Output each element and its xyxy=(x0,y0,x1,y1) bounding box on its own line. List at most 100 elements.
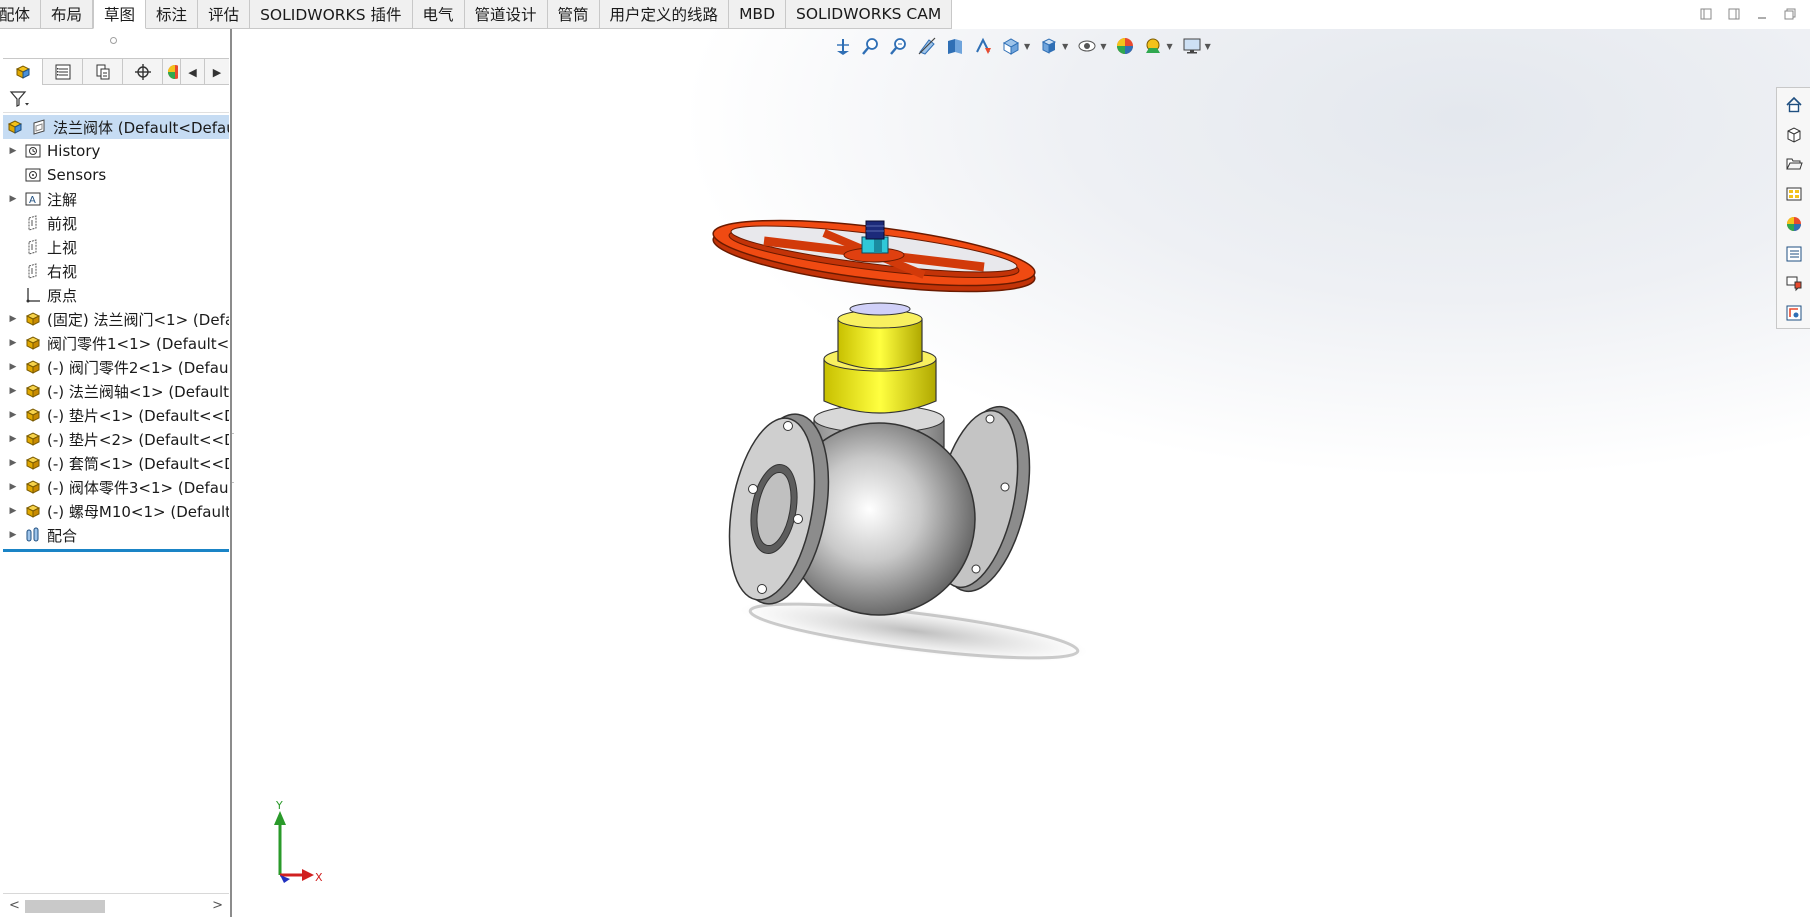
maximize-icon[interactable] xyxy=(1782,6,1798,22)
tree-item[interactable]: ▶ (-) 垫片<2> (Default<<De xyxy=(3,427,229,451)
expand-caret-icon[interactable]: ▶ xyxy=(3,314,23,324)
tree-item[interactable]: ▶ 配合 xyxy=(3,523,229,547)
section-view-icon[interactable] xyxy=(916,35,938,57)
tree-item[interactable]: ▶ (-) 阀体零件3<1> (Default xyxy=(3,475,229,499)
scroll-left-arrow-icon[interactable]: < xyxy=(9,898,20,913)
tree-item[interactable]: ▶ A 注解 xyxy=(3,187,229,211)
valve-3d-model[interactable] xyxy=(674,219,1134,689)
tree-item-label: Sensors xyxy=(47,166,107,184)
expand-caret-icon[interactable]: ▶ xyxy=(3,458,23,468)
part-icon xyxy=(23,381,43,401)
propertymanager-tab[interactable] xyxy=(43,59,83,85)
apply-scene-dropdown-icon[interactable]: ▼ xyxy=(1166,42,1172,51)
tab-9[interactable]: 用户定义的线路 xyxy=(599,0,730,29)
expand-caret-icon[interactable]: ▶ xyxy=(3,362,23,372)
display-manager-tab[interactable] xyxy=(163,59,181,85)
expand-caret-icon[interactable]: ▶ xyxy=(3,338,23,348)
zoom-to-area-icon[interactable] xyxy=(860,35,882,57)
tree-item[interactable]: 原点 xyxy=(3,283,229,307)
tab-1[interactable]: 布局 xyxy=(41,0,94,29)
appearances-tab[interactable] xyxy=(1780,209,1808,239)
expand-caret-icon[interactable]: ▶ xyxy=(3,434,23,444)
custom-properties-tab[interactable] xyxy=(1780,239,1808,269)
tree-item[interactable]: Sensors xyxy=(3,163,229,187)
solidworks-cam-tab[interactable] xyxy=(1780,298,1808,328)
custom-properties-icon xyxy=(1786,246,1801,262)
tree-item-label: (-) 垫片<2> (Default<<De xyxy=(47,430,229,449)
tree-horizontal-scrollbar[interactable]: < > xyxy=(3,893,229,917)
panel-grip-icon[interactable] xyxy=(110,37,117,44)
tree-item[interactable]: 右视 xyxy=(3,259,229,283)
tree-item[interactable]: ▶ (-) 螺母M10<1> (Default< xyxy=(3,499,229,523)
tab-2[interactable]: 草图 xyxy=(93,0,147,29)
view-settings-icon[interactable] xyxy=(1181,35,1203,57)
tree-item[interactable]: ▶ (-) 法兰阀轴<1> (Default< xyxy=(3,379,229,403)
tab-11[interactable]: SOLIDWORKS CAM xyxy=(786,0,953,29)
rollback-bar[interactable] xyxy=(3,549,229,552)
origin-icon xyxy=(23,285,43,305)
tree-item-label: (-) 阀体零件3<1> (Default xyxy=(47,478,229,497)
tree-item[interactable]: ▶ (-) 垫片<1> (Default<<De xyxy=(3,403,229,427)
scroll-thumb[interactable] xyxy=(25,900,105,913)
triad-x-label: X xyxy=(315,871,323,884)
graphics-area[interactable]: ▼ ▼ ▼ ▼ ▼ Y X xyxy=(234,29,1810,917)
tab-10[interactable]: MBD xyxy=(729,0,787,29)
expand-caret-icon[interactable]: ▶ xyxy=(3,146,23,156)
tab-0[interactable]: 配体 xyxy=(0,0,42,29)
tab-4[interactable]: 评估 xyxy=(198,0,251,29)
view-orientation-dropdown-icon[interactable]: ▼ xyxy=(1024,42,1030,51)
design-library-tab[interactable] xyxy=(1780,120,1808,150)
previous-view-icon[interactable] xyxy=(888,35,910,57)
hide-show-items-icon[interactable] xyxy=(1076,35,1098,57)
apply-scene-icon[interactable] xyxy=(1142,35,1164,57)
expand-caret-icon[interactable]: ▶ xyxy=(3,194,23,204)
tree-item[interactable]: ▶ History xyxy=(3,139,229,163)
tab-6[interactable]: 电气 xyxy=(412,0,465,29)
tree-item[interactable]: 前视 xyxy=(3,211,229,235)
configuration-icon xyxy=(96,64,109,80)
tab-8[interactable]: 管筒 xyxy=(547,0,600,29)
tree-filter[interactable] xyxy=(3,85,229,113)
configurationmanager-tab[interactable] xyxy=(83,59,123,85)
scroll-right-arrow-icon[interactable]: > xyxy=(212,898,223,913)
featuremanager-tab[interactable] xyxy=(3,59,43,85)
restore-left-icon[interactable] xyxy=(1698,6,1714,22)
tree-item[interactable]: ▶ (-) 阀门零件2<1> (Default xyxy=(3,355,229,379)
tab-3[interactable]: 标注 xyxy=(146,0,199,29)
file-explorer-tab[interactable] xyxy=(1780,150,1808,180)
tree-item[interactable]: ▶ (-) 套筒<1> (Default<<De xyxy=(3,451,229,475)
expand-caret-icon[interactable]: ▶ xyxy=(3,482,23,492)
dynamic-annotation-icon[interactable] xyxy=(944,35,966,57)
tree-item[interactable]: ▶ 阀门零件1<1> (Default<< xyxy=(3,331,229,355)
expand-caret-icon[interactable]: ▶ xyxy=(3,386,23,396)
edit-appearance-icon[interactable] xyxy=(1114,35,1136,57)
dimxpert-tab[interactable] xyxy=(123,59,163,85)
tree-item-label: 上视 xyxy=(47,238,78,257)
tabs-scroll-right-button[interactable]: ▶ xyxy=(205,59,229,85)
tab-7[interactable]: 管道设计 xyxy=(464,0,548,29)
tabs-scroll-left-button[interactable]: ◀ xyxy=(181,59,205,85)
view-palette-tab[interactable] xyxy=(1780,179,1808,209)
annotations-icon: A xyxy=(23,189,43,209)
instant3d-icon[interactable] xyxy=(972,35,994,57)
tree-item[interactable]: ▶ (固定) 法兰阀门<1> (Defa xyxy=(3,307,229,331)
tab-5[interactable]: SOLIDWORKS 插件 xyxy=(250,0,413,29)
solidworks-resources-tab[interactable] xyxy=(1780,90,1808,120)
hide-show-dropdown-icon[interactable]: ▼ xyxy=(1100,42,1106,51)
display-style-dropdown-icon[interactable]: ▼ xyxy=(1062,42,1068,51)
expand-caret-icon[interactable]: ▶ xyxy=(3,506,23,516)
restore-right-icon[interactable] xyxy=(1726,6,1742,22)
stem-nut xyxy=(861,220,889,254)
zoom-to-fit-icon[interactable] xyxy=(832,35,854,57)
plane-icon xyxy=(23,213,43,233)
tree-item-label: 阀门零件1<1> (Default<< xyxy=(47,334,229,353)
tree-root-assembly[interactable]: 法兰阀体 (Default<Default xyxy=(3,115,229,139)
tree-item[interactable]: 上视 xyxy=(3,235,229,259)
minimize-icon[interactable] xyxy=(1754,6,1770,22)
view-orientation-icon[interactable] xyxy=(1000,35,1022,57)
expand-caret-icon[interactable]: ▶ xyxy=(3,410,23,420)
display-style-icon[interactable] xyxy=(1038,35,1060,57)
solidworks-forum-tab[interactable] xyxy=(1780,269,1808,299)
expand-caret-icon[interactable]: ▶ xyxy=(3,530,23,540)
view-settings-dropdown-icon[interactable]: ▼ xyxy=(1205,42,1211,51)
